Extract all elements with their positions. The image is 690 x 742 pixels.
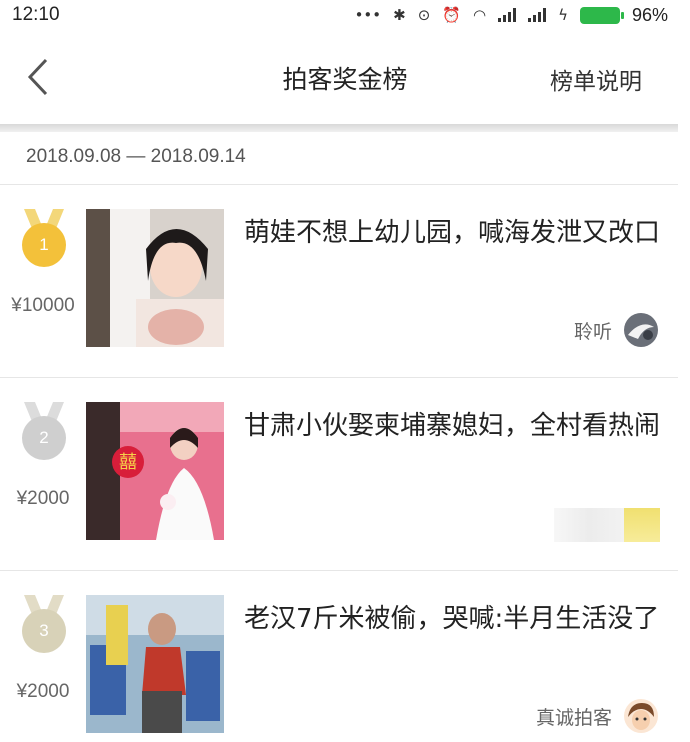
prize-amount: ¥2000 (16, 488, 70, 509)
wifi-icon: ◠ (472, 6, 487, 24)
battery-level: 96% (631, 4, 668, 25)
nav-bar: 拍客奖金榜 榜单说明 (0, 30, 690, 124)
author-blurred[interactable] (554, 508, 660, 542)
battery-icon (579, 6, 624, 24)
signal-icon (498, 8, 517, 22)
rank-number: 3 (22, 609, 66, 653)
header-divider (0, 124, 678, 132)
list-item[interactable]: 1 ¥10000 萌娃不想上幼儿园，喊海发泄又改口 聆听 (0, 185, 678, 377)
prize-amount: ¥2000 (16, 681, 70, 702)
rank-number: 2 (22, 416, 66, 460)
item-title[interactable]: 萌娃不想上幼儿园，喊海发泄又改口 (244, 215, 664, 251)
author[interactable]: 聆听 (574, 313, 658, 347)
author-name: 真诚拍客 (535, 706, 612, 729)
signal-icon (528, 8, 547, 22)
alarm-icon: ⏰ (442, 6, 461, 24)
author-name: 聆听 (573, 320, 612, 343)
thumbnail-image[interactable] (86, 209, 224, 347)
date-range: 2018.09.08 — 2018.09.14 (26, 146, 246, 167)
thumbnail-image[interactable]: 囍 (86, 402, 224, 540)
svg-text:囍: 囍 (119, 452, 137, 473)
charging-icon: ϟ (558, 6, 568, 24)
toggle-icon: ⊙ (417, 6, 431, 24)
item-title[interactable]: 老汉7斤米被偷，哭喊:半月生活没了 (244, 601, 664, 637)
list-item[interactable]: 3 ¥2000 老汉7斤米被偷，哭喊:半月生活没了 真诚拍客 (0, 571, 678, 742)
thumbnail-image[interactable] (86, 595, 224, 733)
status-icons: ••• ✱ ⊙ ⏰ ◠ ϟ 96% (355, 5, 668, 26)
rank-explanation-link[interactable]: 榜单说明 (550, 62, 642, 96)
bluetooth-icon: ✱ (393, 6, 406, 24)
rank-number: 1 (22, 223, 66, 267)
item-title[interactable]: 甘肃小伙娶柬埔寨媳妇，全村看热闹 (244, 408, 664, 444)
avatar (624, 313, 658, 347)
silver-medal-icon: 2 (22, 402, 66, 466)
gold-medal-icon: 1 (22, 209, 66, 273)
status-bar: 12:10 ••• ✱ ⊙ ⏰ ◠ ϟ 96% (0, 0, 690, 30)
prize-amount: ¥10000 (11, 295, 75, 316)
list-item[interactable]: 2 ¥2000 囍 甘肃小伙娶柬埔寨媳妇，全村看热闹 (0, 378, 678, 570)
status-time: 12:10 (12, 4, 60, 25)
bronze-medal-icon: 3 (22, 595, 66, 659)
notification-dots-icon: ••• (354, 6, 382, 24)
avatar (624, 699, 658, 733)
author[interactable]: 真诚拍客 (536, 699, 658, 733)
